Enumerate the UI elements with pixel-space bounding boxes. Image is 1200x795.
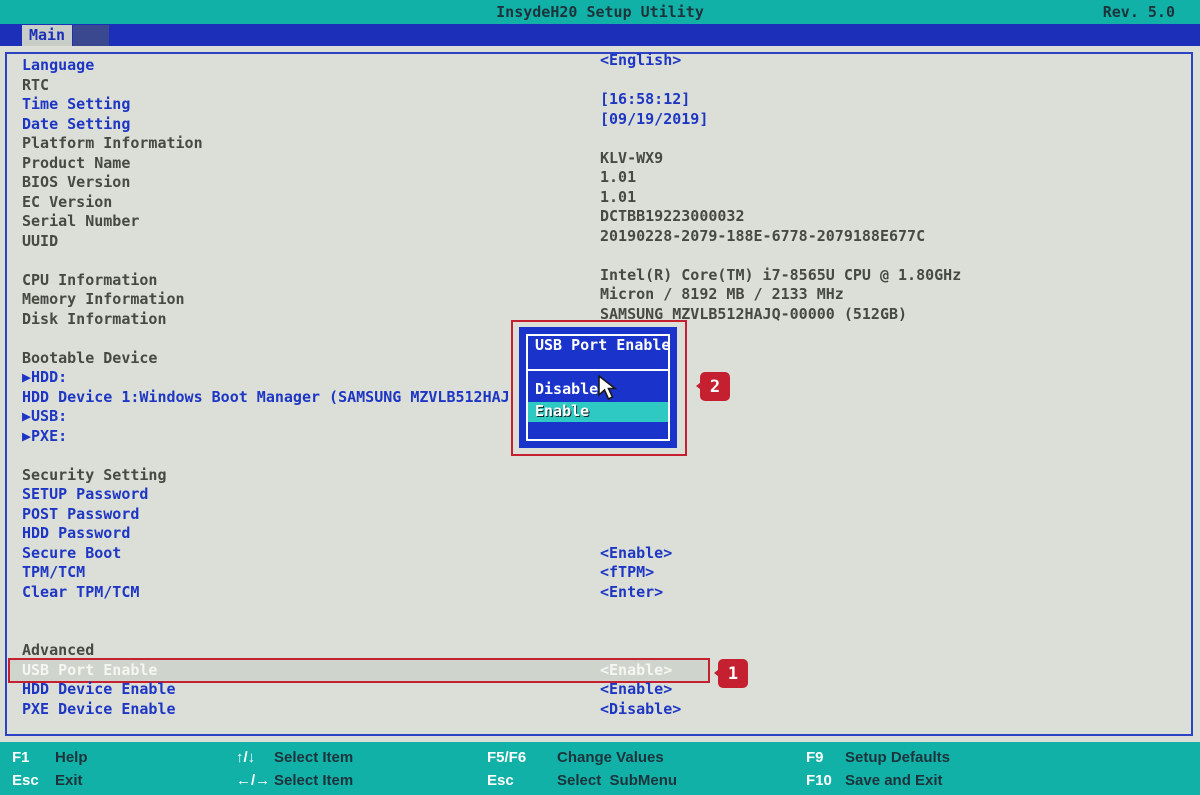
popup-title: USB Port Enable [528, 336, 668, 371]
key-esc-submenu: Esc [487, 772, 514, 789]
key-f1: F1 [12, 749, 30, 766]
row-label[interactable]: ▶USB: [22, 407, 67, 427]
row-label[interactable]: ▶PXE: [22, 427, 67, 447]
setup-utility-title: InsydeH20 Setup Utility [0, 0, 1200, 24]
row-label[interactable]: SETUP Password [22, 485, 148, 505]
key-left-right-icon: ←/→ [236, 772, 270, 789]
row-security-setting: Security Setting [0, 466, 1200, 486]
row-value: <Enable> [600, 680, 672, 700]
row-value: Micron / 8192 MB / 2133 MHz [600, 285, 844, 305]
annotation-badge-2: 2 [700, 372, 730, 401]
row-label[interactable]: Secure Boot [22, 544, 121, 564]
row-label[interactable]: USB Port Enable [22, 661, 157, 681]
key-f9-action: Setup Defaults [845, 749, 950, 766]
key-left-right-action: Select Item [274, 772, 353, 789]
row-label[interactable]: HDD Password [22, 524, 130, 544]
row-value: [16:58:12] [600, 90, 690, 110]
row-label[interactable]: POST Password [22, 505, 139, 525]
annotation-badge-1: 1 [718, 659, 748, 688]
row-label[interactable]: HDD Device Enable [22, 680, 176, 700]
row-value: <Enter> [600, 583, 663, 603]
row-value: <fTPM> [600, 563, 654, 583]
row-label[interactable]: ▶HDD: [22, 368, 67, 388]
key-f5-f6: F5/F6 [487, 749, 526, 766]
row-label: CPU Information [22, 271, 157, 291]
row-label: Memory Information [22, 290, 185, 310]
row-value: Intel(R) Core(TM) i7-8565U CPU @ 1.80GHz [600, 266, 961, 286]
row-setup-password[interactable]: SETUP Password [0, 485, 1200, 505]
row-value: 20190228-2079-188E-6778-2079188E677C [600, 227, 925, 247]
row-label: EC Version [22, 193, 112, 213]
row-label: Product Name [22, 154, 130, 174]
row-pxe-device-enable[interactable]: PXE Device Enable <Disable> [0, 700, 1200, 720]
tab-main[interactable]: Main [22, 25, 72, 46]
row-label[interactable]: PXE Device Enable [22, 700, 176, 720]
row-date-setting[interactable]: Date Setting [09/19/2019] [0, 115, 1200, 135]
row-uuid: UUID 20190228-2079-188E-6778-2079188E677… [0, 232, 1200, 252]
row-label[interactable]: Time Setting [22, 95, 130, 115]
row-value: <Disable> [600, 700, 681, 720]
key-hint-bar: F1 Help Esc Exit ↑/↓ Select Item ←/→ Sel… [0, 742, 1200, 795]
row-value: [09/19/2019] [600, 110, 708, 130]
row-value: <Enable> [600, 661, 672, 681]
mouse-cursor-icon [598, 375, 620, 403]
key-esc-submenu-action: Select SubMenu [557, 772, 677, 789]
row-label[interactable]: TPM/TCM [22, 563, 85, 583]
key-f10: F10 [806, 772, 832, 789]
row-value: DCTBB19223000032 [600, 207, 745, 227]
row-label: BIOS Version [22, 173, 130, 193]
row-hdd-password[interactable]: HDD Password [0, 524, 1200, 544]
key-esc-action: Exit [55, 772, 83, 789]
row-label[interactable]: Date Setting [22, 115, 130, 135]
spacer [0, 622, 1200, 642]
row-secure-boot[interactable]: Secure Boot <Enable> [0, 544, 1200, 564]
key-esc: Esc [12, 772, 39, 789]
revision-label: Rev. 5.0 [1103, 0, 1175, 24]
row-value: <English> [600, 51, 681, 71]
row-label[interactable]: HDD Device 1:Windows Boot Manager (SAMSU… [22, 388, 510, 408]
row-label: RTC [22, 76, 49, 96]
row-usb-port-enable[interactable]: USB Port Enable <Enable> [0, 661, 1200, 681]
key-up-down-action: Select Item [274, 749, 353, 766]
row-value: <Enable> [600, 544, 672, 564]
row-clear-tpm-tcm[interactable]: Clear TPM/TCM <Enter> [0, 583, 1200, 603]
key-up-down-icon: ↑/↓ [236, 749, 255, 766]
row-label: Platform Information [22, 134, 203, 154]
row-value: 1.01 [600, 168, 636, 188]
row-tpm-tcm[interactable]: TPM/TCM <fTPM> [0, 563, 1200, 583]
row-label: UUID [22, 232, 58, 252]
key-f10-action: Save and Exit [845, 772, 943, 789]
row-label: Bootable Device [22, 349, 157, 369]
row-post-password[interactable]: POST Password [0, 505, 1200, 525]
row-label: Security Setting [22, 466, 167, 486]
row-label: Disk Information [22, 310, 167, 330]
title-bar: InsydeH20 Setup Utility Rev. 5.0 [0, 0, 1200, 24]
tab-shadow [73, 25, 109, 46]
row-hdd-device-enable[interactable]: HDD Device Enable <Enable> [0, 680, 1200, 700]
row-value: 1.01 [600, 188, 636, 208]
row-language[interactable]: Language <English> [0, 56, 1200, 76]
key-f9: F9 [806, 749, 824, 766]
row-label[interactable]: Clear TPM/TCM [22, 583, 139, 603]
spacer [0, 602, 1200, 622]
key-f5-f6-action: Change Values [557, 749, 664, 766]
key-f1-action: Help [55, 749, 88, 766]
row-label: Serial Number [22, 212, 139, 232]
popup-option-enable[interactable]: Enable [528, 402, 668, 422]
row-value: KLV-WX9 [600, 149, 663, 169]
menu-bar: Main [0, 24, 1200, 46]
row-label[interactable]: Language [22, 56, 94, 76]
